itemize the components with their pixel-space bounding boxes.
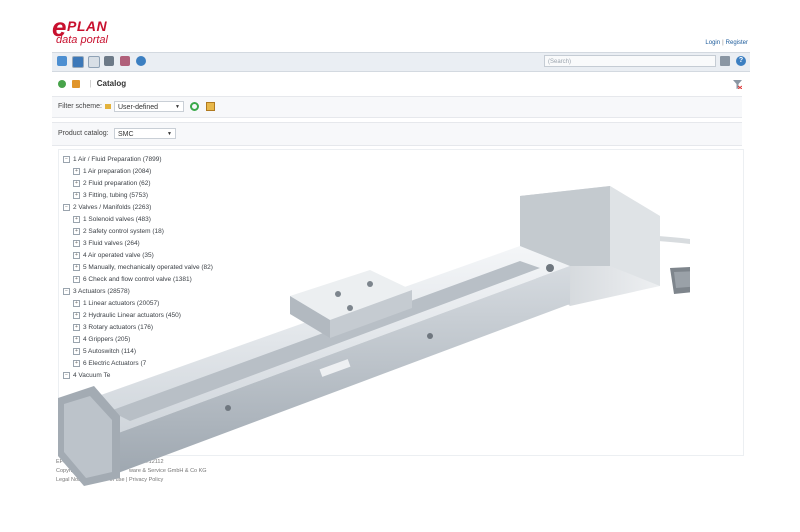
help-icon[interactable]: ?	[736, 56, 746, 66]
tree-node-label: 1 Air / Fluid Preparation (7899)	[73, 156, 162, 164]
folder-icon	[105, 104, 111, 109]
filter-scheme-select[interactable]: User-defined ▼	[114, 101, 184, 112]
filter-label: Filter scheme:	[58, 103, 102, 110]
catalog-icon[interactable]	[72, 56, 84, 68]
refresh-icon[interactable]	[190, 102, 199, 111]
login-link[interactable]: Login	[705, 40, 720, 46]
logo-subtitle: data portal	[56, 34, 108, 46]
logo-plan: PLAN	[67, 18, 108, 34]
eplan-logo[interactable]: e PLAN data portal	[52, 14, 192, 48]
breadcrumb: | Catalog	[58, 79, 126, 91]
toolbar: (Search) ?	[52, 52, 750, 72]
factory-icon[interactable]	[120, 56, 130, 66]
auth-links: Login | Register	[705, 40, 748, 46]
tree-node-label: 1 Air preparation (2084)	[83, 168, 152, 176]
table-icon[interactable]	[88, 56, 100, 68]
page-title: Catalog	[96, 79, 127, 88]
catalog-label: Product catalog:	[58, 130, 109, 137]
expand-toggle-icon[interactable]: +	[73, 168, 80, 175]
search-input[interactable]: (Search)	[544, 55, 716, 67]
tree-node-subcategory[interactable]: +1 Air preparation (2084)	[73, 168, 151, 175]
info-icon[interactable]	[136, 56, 146, 66]
filter-panel: Filter scheme: User-defined ▼	[52, 96, 742, 118]
add-icon[interactable]	[58, 79, 66, 88]
binoculars-icon[interactable]	[104, 56, 114, 66]
register-link[interactable]: Register	[726, 40, 748, 46]
filter-clear-icon[interactable]	[733, 80, 742, 89]
catalog-panel: Product catalog: SMC ▼	[52, 122, 742, 146]
expand-toggle-icon[interactable]: −	[63, 156, 70, 163]
product-catalog-select[interactable]: SMC ▼	[114, 128, 176, 139]
tree-node-category[interactable]: −1 Air / Fluid Preparation (7899)	[63, 156, 162, 163]
linear-actuator-image	[58, 186, 690, 486]
home-icon[interactable]	[72, 79, 81, 88]
chart-icon[interactable]	[57, 56, 67, 66]
search-icon[interactable]	[720, 56, 730, 66]
edit-icon[interactable]	[206, 102, 215, 111]
